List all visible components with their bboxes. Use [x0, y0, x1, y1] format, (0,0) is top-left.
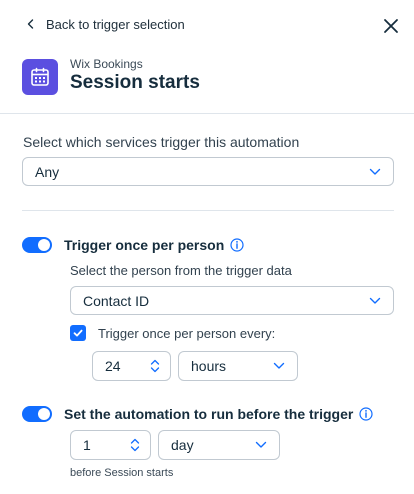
- person-select-label: Select the person from the trigger data: [70, 263, 292, 278]
- run-before-suffix: before Session starts: [70, 467, 174, 479]
- once-per-person-label: Trigger once per person: [64, 237, 225, 253]
- services-label: Select which services trigger this autom…: [23, 134, 300, 150]
- once-per-person-toggle[interactable]: [22, 237, 52, 253]
- services-select-value: Any: [35, 163, 60, 180]
- stepper-arrows-icon[interactable]: [130, 437, 140, 453]
- chevron-left-icon: [27, 19, 34, 29]
- app-name: Wix Bookings: [70, 57, 143, 71]
- calendar-icon: [22, 59, 58, 95]
- chevron-down-icon: [369, 297, 381, 304]
- close-icon[interactable]: [382, 17, 400, 35]
- run-before-value-stepper[interactable]: 1: [70, 430, 151, 460]
- person-select[interactable]: Contact ID: [70, 286, 394, 315]
- run-before-label-row: Set the automation to run before the tri…: [64, 405, 373, 423]
- once-per-person-label-row: Trigger once per person: [64, 236, 244, 254]
- section-divider: [22, 210, 394, 211]
- info-icon[interactable]: [359, 407, 373, 421]
- once-every-value-stepper[interactable]: 24: [92, 351, 171, 381]
- once-every-value: 24: [105, 358, 121, 374]
- stepper-arrows-icon[interactable]: [150, 358, 160, 374]
- run-before-toggle[interactable]: [22, 406, 52, 422]
- back-to-trigger-selection-link[interactable]: Back to trigger selection: [24, 14, 185, 34]
- header-divider: [0, 113, 414, 114]
- once-every-unit-select[interactable]: hours: [178, 351, 298, 381]
- chevron-down-icon: [369, 168, 381, 175]
- info-icon[interactable]: [230, 238, 244, 252]
- run-before-value: 1: [83, 437, 91, 453]
- person-select-value: Contact ID: [83, 292, 150, 309]
- run-before-unit-select[interactable]: day: [158, 430, 280, 460]
- once-every-unit-value: hours: [191, 358, 227, 374]
- run-before-unit-value: day: [171, 437, 194, 453]
- chevron-down-icon: [273, 362, 285, 369]
- once-every-checkbox[interactable]: [70, 325, 86, 341]
- chevron-down-icon: [255, 441, 267, 448]
- services-select[interactable]: Any: [22, 157, 394, 186]
- checkmark-icon: [73, 329, 83, 337]
- run-before-label: Set the automation to run before the tri…: [64, 406, 354, 422]
- back-link-label: Back to trigger selection: [46, 16, 185, 32]
- once-every-label: Trigger once per person every:: [98, 326, 276, 341]
- trigger-title: Session starts: [70, 72, 200, 93]
